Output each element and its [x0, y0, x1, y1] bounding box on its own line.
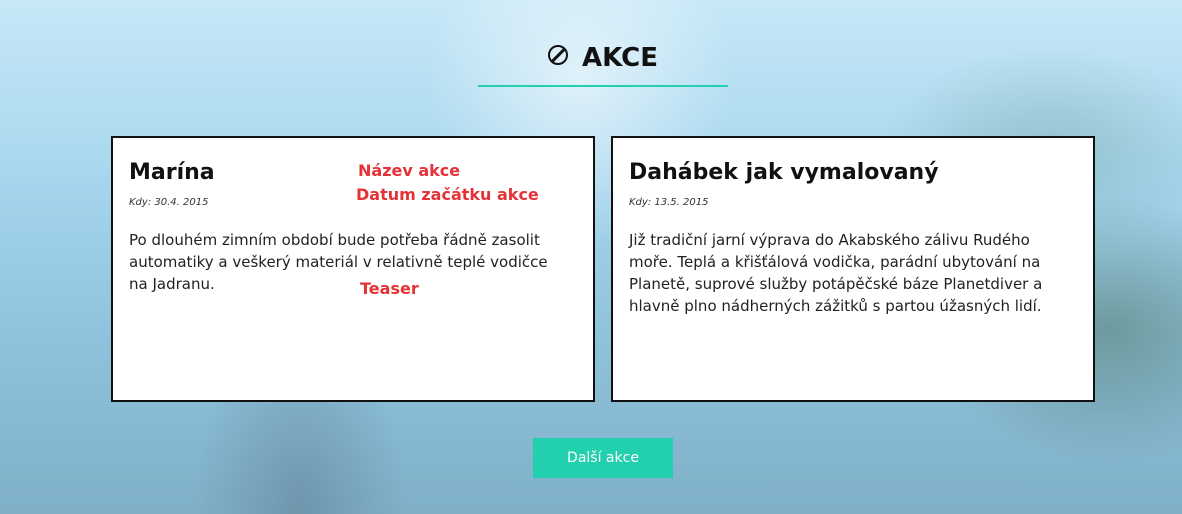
event-date: Kdy: 13.5. 2015 — [629, 197, 709, 208]
event-card[interactable]: Marína Kdy: 30.4. 2015 Po dlouhém zimním… — [111, 136, 595, 402]
event-title[interactable]: Marína — [129, 158, 215, 188]
event-card[interactable]: Dahábek jak vymalovaný Kdy: 13.5. 2015 J… — [611, 136, 1095, 402]
event-teaser: Již tradiční jarní výprava do Akabského … — [629, 231, 1043, 315]
annotation-event-name: Název akce — [358, 161, 461, 180]
annotation-event-date: Datum začátku akce — [356, 185, 539, 204]
event-teaser: Po dlouhém zimním období bude potřeba řá… — [129, 231, 548, 293]
section-title: AKCE — [582, 43, 658, 73]
annotation-teaser: Teaser — [360, 279, 419, 298]
event-date: Kdy: 30.4. 2015 — [129, 197, 209, 208]
section-header: AKCE — [478, 38, 728, 88]
event-title[interactable]: Dahábek jak vymalovaný — [629, 158, 939, 188]
section-title-row: AKCE — [478, 40, 728, 76]
title-underline — [478, 85, 728, 87]
more-events-button[interactable]: Další akce — [533, 438, 673, 478]
prohibited-icon — [548, 45, 569, 65]
